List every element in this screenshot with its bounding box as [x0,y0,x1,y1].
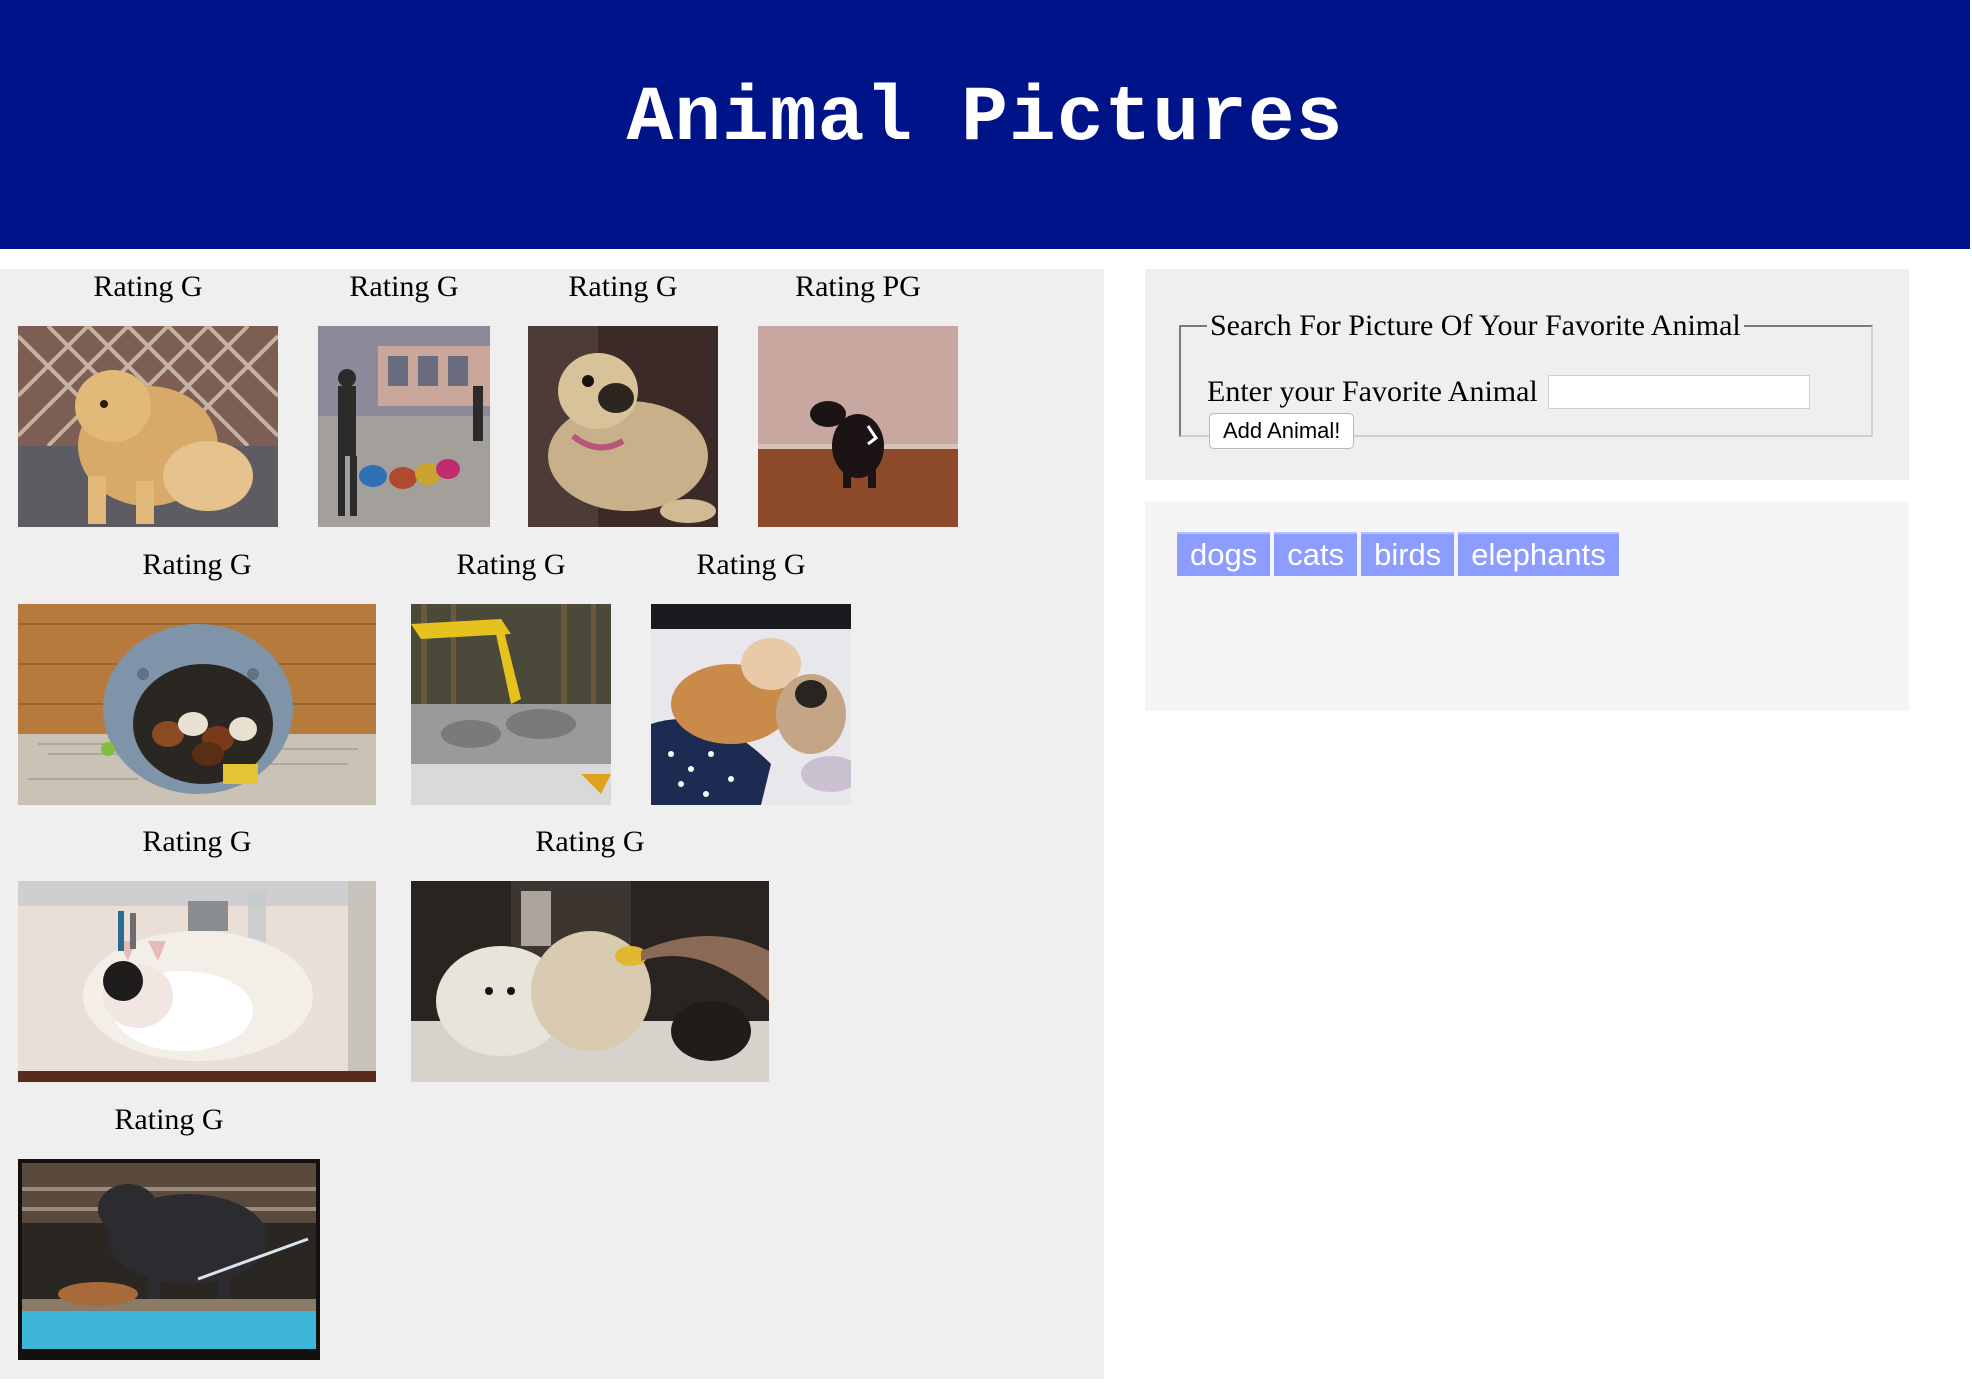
gif-card: Rating PG [758,269,958,527]
gif-image[interactable] [18,1159,320,1360]
rating-label: Rating G [696,548,806,581]
page-title: Animal Pictures [626,74,1344,163]
gif-gallery: Rating G Rating G Rating G Rating PG Rat… [0,269,1104,1379]
gif-image[interactable] [411,881,769,1082]
rating-label: Rating G [142,548,252,581]
gif-image[interactable] [18,881,376,1082]
gif-card: Rating G [651,547,851,805]
page-header: Animal Pictures [0,0,1970,249]
gif-card: Rating G [18,547,376,805]
gif-card: Rating G [18,269,278,527]
gif-image[interactable] [18,604,376,805]
search-panel: Search For Picture Of Your Favorite Anim… [1145,269,1909,480]
rating-label: Rating PG [795,270,921,303]
gif-card: Rating G [411,824,769,1082]
rating-label: Rating G [349,270,459,303]
search-legend: Search For Picture Of Your Favorite Anim… [1210,309,1741,342]
search-fieldset: Search For Picture Of Your Favorite Anim… [1179,309,1873,449]
animal-input[interactable] [1547,375,1810,409]
animal-buttons: dogs cats birds elephants [1177,532,1619,576]
gif-image[interactable] [758,326,958,527]
gif-image[interactable] [18,326,278,527]
animal-button-dogs[interactable]: dogs [1177,532,1271,576]
gif-image[interactable] [528,326,718,527]
gif-image[interactable] [411,604,611,805]
gif-card: Rating G [18,1102,320,1360]
rating-label: Rating G [535,825,645,858]
animal-button-birds[interactable]: birds [1361,532,1455,576]
rating-label: Rating G [93,270,203,303]
animal-buttons-panel: dogs cats birds elephants [1145,501,1909,711]
rating-label: Rating G [142,825,252,858]
rating-label: Rating G [114,1103,224,1136]
gif-card: Rating G [528,269,718,527]
gif-card: Rating G [411,547,611,805]
animal-field-row: Enter your Favorite Animal [1207,375,1810,409]
animal-button-cats[interactable]: cats [1274,532,1358,576]
rating-label: Rating G [568,270,678,303]
gif-image[interactable] [651,604,851,805]
gif-image[interactable] [318,326,490,527]
gif-card: Rating G [18,824,376,1082]
animal-field-label: Enter your Favorite Animal [1207,375,1538,408]
rating-label: Rating G [456,548,566,581]
animal-button-elephants[interactable]: elephants [1458,532,1619,576]
gif-card: Rating G [318,269,490,527]
add-animal-button[interactable]: Add Animal! [1209,413,1355,449]
